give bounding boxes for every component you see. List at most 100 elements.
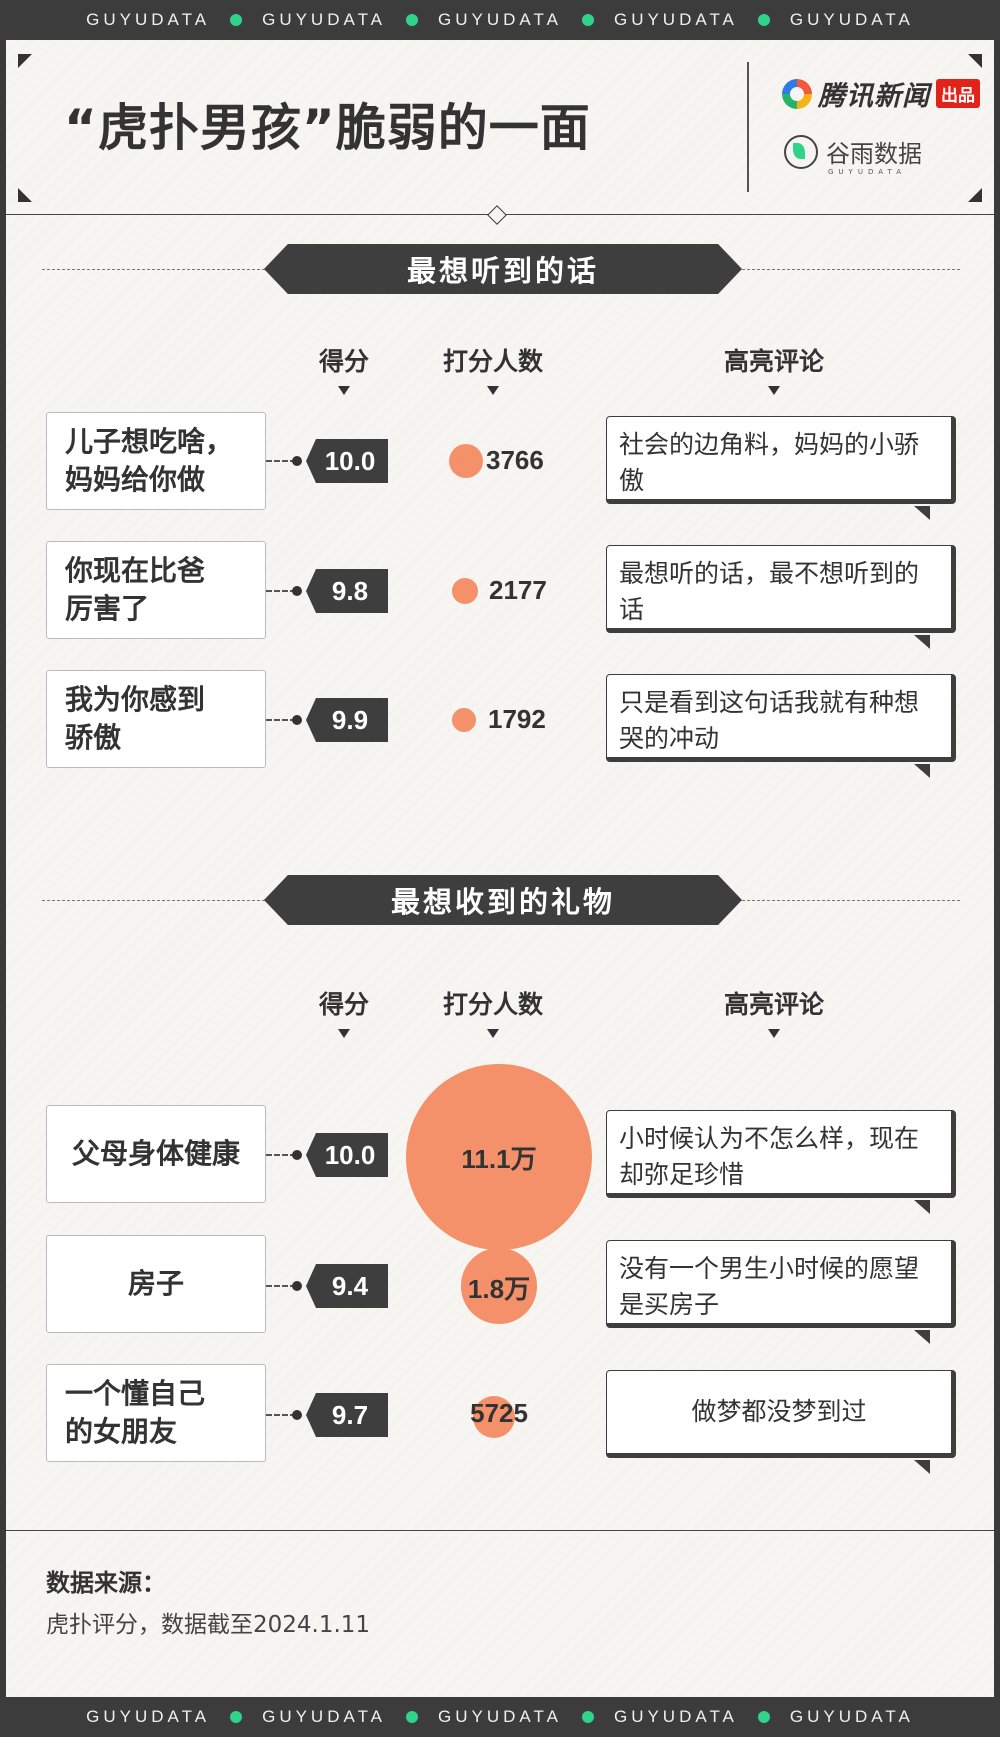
- speech-tail-icon: [914, 1200, 930, 1214]
- corner-mark-icon: [18, 188, 32, 202]
- header: “虎扑男孩”脆弱的一面 腾讯新闻 出品 谷雨数据 GUYUDATA: [6, 40, 994, 214]
- speech-tail-icon: [914, 635, 930, 649]
- brand-text: GUYUDATA: [86, 1707, 211, 1726]
- brand-text: GUYUDATA: [613, 10, 738, 29]
- phrase-card: 我为你感到 骄傲: [46, 670, 266, 768]
- tencent-news-name: 腾讯新闻: [818, 81, 930, 112]
- raters-count: 5725: [470, 1398, 528, 1428]
- page-title: “虎扑男孩”脆弱的一面: [64, 99, 591, 157]
- comment-box: 没有一个男生小时候的愿望是买房子: [606, 1240, 956, 1328]
- comment-box: 小时候认为不怎么样，现在却弥足珍惜: [606, 1110, 956, 1198]
- comment-box: 只是看到这句话我就有种想哭的冲动: [606, 674, 956, 762]
- tencent-news-icon: [782, 78, 812, 109]
- brand-bar-top: GUYUDATA GUYUDATA GUYUDATA GUYUDATA GUYU…: [0, 0, 1000, 40]
- phrase-line: 父母身体健康: [71, 1137, 240, 1170]
- brand-dot-icon: [757, 1711, 770, 1723]
- corner-mark-icon: [968, 54, 982, 68]
- footer-rule: [6, 1530, 994, 1531]
- column-header-label: 高亮评论: [723, 347, 824, 376]
- connector-dot-icon: [292, 456, 302, 466]
- brand-dot-icon: [406, 14, 419, 26]
- column-header-label: 打分人数: [442, 347, 543, 376]
- speech-tail-icon: [914, 1330, 930, 1344]
- comment-box: 做梦都没梦到过: [606, 1370, 956, 1458]
- arrow-down-icon: [768, 1029, 780, 1038]
- phrase-card: 你现在比爸 厉害了: [46, 541, 266, 639]
- score-tag: 9.7: [306, 1393, 388, 1437]
- brand-text: GUYUDATA: [789, 1707, 914, 1726]
- raters-bubble: [451, 577, 479, 605]
- guyu-data-subtitle: GUYUDATA: [828, 168, 906, 176]
- score-tag: 9.9: [306, 698, 388, 742]
- column-header-comment: 高亮评论: [704, 985, 844, 1038]
- comment-box: 最想听的话，最不想听到的话: [606, 545, 956, 633]
- column-header-score: 得分: [274, 342, 414, 395]
- brand-text: GUYUDATA: [438, 10, 562, 29]
- score-tag: 9.4: [306, 1264, 388, 1308]
- brand-text: GUYUDATA: [613, 1707, 738, 1726]
- raters-count: 11.1万: [461, 1144, 537, 1174]
- raters-count: 2177: [489, 575, 547, 605]
- score-tag: 10.0: [306, 1133, 388, 1177]
- raters-count: 3766: [486, 445, 544, 475]
- brand-dot-icon: [757, 14, 770, 26]
- speech-tail-icon: [914, 1460, 930, 1474]
- arrow-down-icon: [487, 386, 499, 395]
- tencent-news-logo: 腾讯新闻 出品: [782, 74, 980, 113]
- column-header-label: 得分: [318, 990, 369, 1019]
- arrow-down-icon: [338, 1029, 350, 1038]
- column-header-score: 得分: [274, 985, 414, 1038]
- brand-text: GUYUDATA: [86, 10, 211, 29]
- guyu-data-name: 谷雨数据: [826, 140, 922, 168]
- header-divider: [747, 62, 749, 192]
- speech-tail-icon: [914, 764, 930, 778]
- brand-dot-icon: [581, 1711, 594, 1723]
- phrase-line: 儿子想吃啥，: [65, 425, 234, 458]
- phrase-line: 骄傲: [65, 721, 122, 754]
- phrase-line: 你现在比爸: [65, 554, 206, 587]
- brand-dot-icon: [230, 14, 243, 26]
- brand-bar-bottom: GUYUDATA GUYUDATA GUYUDATA GUYUDATA GUYU…: [0, 1697, 1000, 1737]
- phrase-line: 妈妈给你做: [65, 463, 206, 496]
- section-title: 最想收到的礼物: [264, 875, 742, 925]
- phrase-line: 的女朋友: [65, 1415, 178, 1448]
- corner-mark-icon: [18, 54, 32, 68]
- source-label: 数据来源：: [46, 1569, 166, 1597]
- speech-tail-icon: [914, 506, 930, 520]
- column-header-label: 高亮评论: [723, 990, 824, 1019]
- infographic-canvas: “虎扑男孩”脆弱的一面 腾讯新闻 出品 谷雨数据 GUYUDATA 最想听到的话…: [6, 40, 994, 1697]
- raters-count: 1792: [488, 704, 546, 734]
- connector-dot-icon: [292, 1150, 302, 1160]
- column-header-raters: 打分人数: [423, 985, 563, 1038]
- connector-dot-icon: [292, 1281, 302, 1291]
- phrase-card: 一个懂自己 的女朋友: [46, 1364, 266, 1462]
- guyu-data-logo: 谷雨数据: [784, 134, 922, 169]
- column-header-comment: 高亮评论: [704, 342, 844, 395]
- arrow-down-icon: [338, 386, 350, 395]
- phrase-line: 厉害了: [65, 592, 150, 625]
- brand-text: GUYUDATA: [789, 10, 914, 29]
- arrow-down-icon: [768, 386, 780, 395]
- score-tag: 10.0: [306, 439, 388, 483]
- section-title: 最想听到的话: [264, 244, 742, 294]
- produced-badge: 出品: [936, 79, 980, 108]
- brand-text: GUYUDATA: [262, 1707, 387, 1726]
- comment-box: 社会的边角料，妈妈的小骄傲: [606, 416, 956, 504]
- column-header-label: 打分人数: [442, 990, 543, 1019]
- phrase-card: 父母身体健康: [46, 1105, 266, 1203]
- phrase-line: 一个懂自己: [65, 1377, 206, 1410]
- brand-dot-icon: [406, 1711, 419, 1723]
- column-header-label: 得分: [318, 347, 369, 376]
- phrase-card: 儿子想吃啥， 妈妈给你做: [46, 412, 266, 510]
- source-text: 虎扑评分，数据截至2024.1.11: [46, 1612, 371, 1638]
- phrase-line: 房子: [127, 1267, 184, 1300]
- brand-dot-icon: [581, 14, 594, 26]
- guyu-leaf-icon: [784, 134, 818, 169]
- phrase-card: 房子: [46, 1235, 266, 1333]
- brand-text: GUYUDATA: [262, 10, 387, 29]
- connector-dot-icon: [292, 715, 302, 725]
- corner-mark-icon: [968, 188, 982, 202]
- arrow-down-icon: [487, 1029, 499, 1038]
- brand-text: GUYUDATA: [438, 1707, 562, 1726]
- score-tag: 9.8: [306, 569, 388, 613]
